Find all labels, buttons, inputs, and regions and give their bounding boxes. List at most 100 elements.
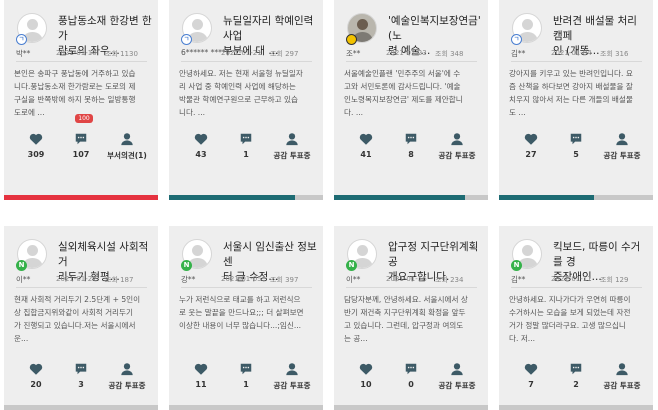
proposal-card[interactable]: ㄱ 풍납동소재 한강변 한가 람로의 좌우... 박** 2021-01-10 … [4, 0, 158, 200]
proposal-excerpt: 담당자분께, 안녕하세요. 서울시에서 상 반기 재건축 지구단위계획 확정을 … [344, 295, 468, 343]
person-icon [616, 133, 628, 146]
divider [346, 287, 477, 288]
comment-button[interactable]: 2 [556, 362, 596, 389]
vote-button[interactable]: 공감 투표중 [104, 362, 150, 391]
like-count: 11 [195, 380, 207, 389]
vote-progress-bar [4, 405, 158, 410]
vote-button[interactable]: 공감 투표중 [269, 362, 315, 391]
comment-button[interactable]: 5 [556, 132, 596, 159]
post-date: 2021-01-10 [56, 49, 97, 57]
vote-status: 공감 투표중 [273, 381, 311, 390]
like-button[interactable]: 20 [16, 362, 56, 389]
author-name: 이** [346, 275, 361, 284]
comment-count: 5 [573, 150, 579, 159]
comment-count: 3 [78, 380, 84, 389]
like-count: 27 [525, 150, 537, 159]
divider [511, 287, 642, 288]
vote-progress-bar [499, 195, 653, 200]
vote-progress-fill [334, 195, 465, 200]
like-count: 41 [360, 150, 372, 159]
user-level-badge [346, 34, 357, 45]
author-name: 강** [181, 275, 196, 284]
like-button[interactable]: 43 [181, 132, 221, 159]
comment-count: 0 [408, 380, 414, 389]
vote-button[interactable]: 공감 투표중 [269, 132, 315, 161]
user-level-badge: N [511, 260, 522, 271]
vote-status: 공감 투표중 [438, 151, 476, 160]
heart-icon [524, 133, 538, 145]
post-date: 2021-01-27 [56, 275, 97, 283]
person-icon [451, 133, 463, 146]
like-count: 7 [528, 380, 534, 389]
user-level-badge: ㄱ [16, 34, 27, 45]
heart-icon [29, 363, 43, 375]
divider [16, 287, 147, 288]
vote-button[interactable]: 공감 투표중 [434, 362, 480, 391]
like-count: 43 [195, 150, 207, 159]
author-name: 김** [511, 49, 526, 58]
person-icon [286, 363, 298, 376]
vote-status: 공감 투표중 [438, 381, 476, 390]
like-button[interactable]: 41 [346, 132, 386, 159]
post-date: 2021-01-05 [221, 275, 262, 283]
comment-icon [240, 363, 252, 375]
like-button[interactable]: 7 [511, 362, 551, 389]
like-count: 20 [30, 380, 42, 389]
vote-button[interactable]: 공감 투표중 [599, 362, 645, 391]
proposal-card[interactable]: N 압구정 지구단위계획 공 개요구합니다. 이** 2021-01-16 조회… [334, 226, 488, 410]
comment-count: 8 [408, 150, 414, 159]
proposal-excerpt: 본인은 송파구 풍납동에 거주하고 있습 니다.풍납동소재 한가람로는 도로의 … [14, 69, 136, 117]
post-date: 2021-01-23 [386, 49, 427, 57]
vote-progress-bar [4, 195, 158, 200]
proposal-excerpt: 현재 사회적 거리두기 2.5단계 + 5인이 상 집합금지위와같이 사회적 거… [14, 295, 141, 343]
divider [511, 61, 642, 62]
comment-button[interactable]: 107 [61, 132, 101, 159]
vote-button[interactable]: 부서의견(1) [104, 132, 150, 161]
comment-icon [405, 133, 417, 145]
heart-icon [359, 363, 373, 375]
person-icon [121, 133, 133, 146]
comment-icon [75, 133, 87, 145]
proposal-card[interactable]: ㄱ 뉴딜일자리 학예인력사업 부분에 대 ... 6****** ***** 2… [169, 0, 323, 200]
view-count: 조회 1130 [105, 50, 138, 58]
divider [16, 61, 147, 62]
proposal-card[interactable]: N 킥보드, 따릉이 수거를 경 중장애인... 김** 2021-01-11 … [499, 226, 653, 410]
vote-status: 부서의견(1) [107, 151, 147, 160]
vote-progress-bar [499, 405, 653, 410]
comment-count: 1 [243, 380, 249, 389]
user-level-badge: N [16, 260, 27, 271]
post-date: 2021-01-11 [551, 275, 592, 283]
proposal-card[interactable]: ㄱ 반려견 배설물 처리 캠페 인 (개똥... 김** 2021-01-04 … [499, 0, 653, 200]
divider [181, 287, 312, 288]
user-level-badge: ㄱ [181, 34, 192, 45]
like-button[interactable]: 11 [181, 362, 221, 389]
comment-button[interactable]: 1 [226, 362, 266, 389]
user-level-badge: N [181, 260, 192, 271]
heart-icon [194, 133, 208, 145]
comment-icon [75, 363, 87, 375]
user-level-badge: ㄱ [511, 34, 522, 45]
proposal-card[interactable]: N 실외체육시설 사회적 거 리두기 형평... 이** 2021-01-27 … [4, 226, 158, 410]
comment-button[interactable]: 3 [61, 362, 101, 389]
vote-button[interactable]: 공감 투표중 [599, 132, 645, 161]
comment-button[interactable]: 8 [391, 132, 431, 159]
view-count: 조회 397 [270, 276, 299, 284]
view-count: 조회 187 [105, 276, 134, 284]
vote-button[interactable]: 공감 투표중 [434, 132, 480, 161]
vote-progress-fill [499, 195, 595, 200]
proposal-card[interactable]: '예술인복지보장연금' (노 령 예술... 조** 2021-01-23 조회… [334, 0, 488, 200]
vote-progress-bar [334, 405, 488, 410]
view-count: 조회 297 [270, 50, 299, 58]
vote-progress-fill [4, 195, 158, 200]
like-button[interactable]: 10 [346, 362, 386, 389]
like-button[interactable]: 309 [16, 132, 56, 159]
vote-status: 공감 투표중 [273, 151, 311, 160]
proposal-excerpt: 안녕하세요. 저는 현재 서울형 뉴딜일자 리 사업 중 학예인력 사업에 해당… [179, 69, 303, 117]
heart-icon [194, 363, 208, 375]
like-button[interactable]: 27 [511, 132, 551, 159]
comment-button[interactable]: 1 [226, 132, 266, 159]
heart-icon [29, 133, 43, 145]
author-name: 조** [346, 49, 361, 58]
comment-button[interactable]: 0 [391, 362, 431, 389]
proposal-card[interactable]: N 서울시 임신출산 정보센 터 글 수정... 강** 2021-01-05 … [169, 226, 323, 410]
